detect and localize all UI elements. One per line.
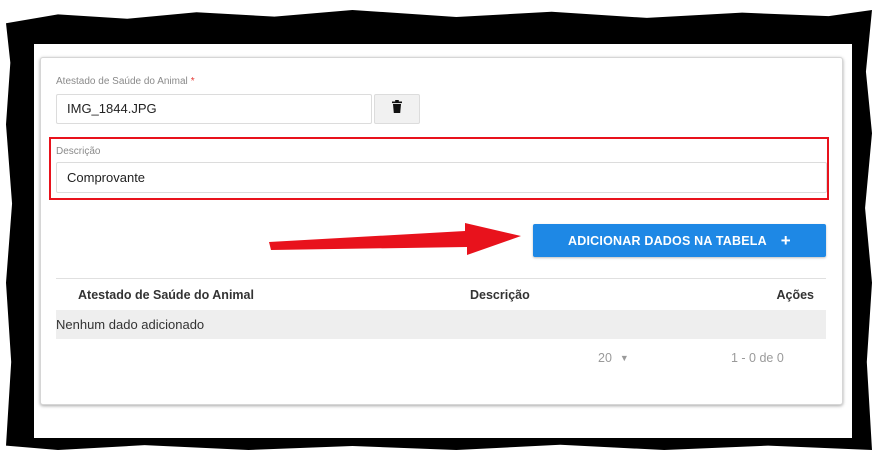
rows-per-page-select[interactable]: 20 ▼ [598, 351, 629, 365]
table-empty-row: Nenhum dado adicionado [56, 310, 826, 339]
rows-per-page-value: 20 [598, 351, 612, 365]
column-header-attachment[interactable]: Atestado de Saúde do Animal [78, 288, 254, 302]
delete-attachment-button[interactable] [374, 94, 420, 124]
annotation-arrow [269, 223, 521, 255]
description-label: Descrição [56, 146, 101, 157]
frame-top [0, 0, 880, 14]
attachment-filename: IMG_1844.JPG [67, 101, 157, 116]
form-card: Atestado de Saúde do Animal * IMG_1844.JP… [40, 57, 843, 405]
app-screen: Atestado de Saúde do Animal * IMG_1844.JP… [34, 44, 852, 438]
description-value: Comprovante [67, 170, 146, 185]
add-to-table-button[interactable]: ADICIONAR DADOS NA TABELA + [533, 224, 826, 257]
column-header-actions: Ações [776, 288, 814, 302]
trash-icon [392, 100, 402, 118]
pagination-range: 1 - 0 de 0 [731, 351, 784, 365]
attachment-label: Atestado de Saúde do Animal * [56, 76, 195, 87]
attachment-file-field[interactable]: IMG_1844.JPG [56, 94, 372, 124]
plus-icon: + [780, 231, 791, 250]
caret-down-icon: ▼ [619, 353, 629, 363]
column-header-description[interactable]: Descrição [470, 288, 530, 302]
table-header: Atestado de Saúde do Animal Descrição Aç… [56, 278, 826, 310]
description-input[interactable]: Comprovante [56, 162, 827, 193]
empty-table-message: Nenhum dado adicionado [56, 317, 205, 332]
attachment-label-text: Atestado de Saúde do Animal [56, 76, 188, 87]
required-asterisk: * [190, 76, 195, 87]
add-to-table-button-label: ADICIONAR DADOS NA TABELA [568, 233, 767, 248]
